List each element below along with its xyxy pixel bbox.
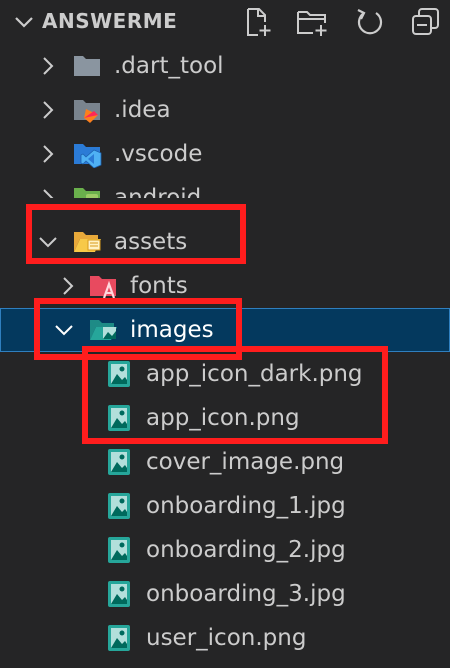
tree-item-onboarding-3[interactable]: onboarding_3.jpg xyxy=(0,572,450,616)
new-file-icon[interactable] xyxy=(242,6,274,38)
chevron-down-icon[interactable] xyxy=(36,230,60,254)
explorer-actions xyxy=(230,6,450,38)
chevron-right-icon[interactable] xyxy=(36,186,60,198)
tree-item-onboarding-2[interactable]: onboarding_2.jpg xyxy=(0,528,450,572)
tree-item-app-icon-dark[interactable]: app_icon_dark.png xyxy=(0,352,450,396)
tree-item-app-icon[interactable]: app_icon.png xyxy=(0,396,450,440)
new-folder-icon[interactable] xyxy=(296,6,328,38)
image-file-icon xyxy=(108,581,130,607)
tree-item-label: android xyxy=(114,185,202,198)
fonts-folder-icon xyxy=(90,276,116,299)
folder-icon xyxy=(74,56,100,76)
android-folder-icon xyxy=(74,188,100,198)
tree-item-label: app_icon_dark.png xyxy=(146,361,363,387)
image-file-icon xyxy=(108,449,130,475)
idea-folder-icon xyxy=(74,100,100,123)
tree-item-cover-image[interactable]: cover_image.png xyxy=(0,440,450,484)
tree-item-vscode[interactable]: .vscode xyxy=(0,132,450,176)
tree-item-label: assets xyxy=(114,229,188,255)
images-folder-icon xyxy=(90,320,117,340)
collapse-all-icon[interactable] xyxy=(410,6,442,38)
image-file-icon xyxy=(108,493,130,519)
tree-item-images[interactable]: images xyxy=(0,308,450,352)
chevron-right-icon[interactable] xyxy=(36,54,60,78)
explorer-header: ANSWERME xyxy=(0,0,450,44)
tree-item-label: fonts xyxy=(130,273,188,299)
image-file-icon xyxy=(108,537,130,563)
tree-item-android[interactable]: android xyxy=(0,176,450,198)
chevron-down-icon[interactable] xyxy=(52,318,76,342)
vscode-folder-icon xyxy=(74,144,102,168)
chevron-down-icon[interactable] xyxy=(12,10,36,34)
image-file-icon xyxy=(108,625,130,651)
tree-item-idea[interactable]: .idea xyxy=(0,88,450,132)
chevron-right-icon[interactable] xyxy=(36,98,60,122)
tree-item-onboarding-1[interactable]: onboarding_1.jpg xyxy=(0,484,450,528)
explorer-title: ANSWERME xyxy=(42,9,178,33)
chevron-right-icon[interactable] xyxy=(56,274,80,298)
tree-item-label: onboarding_3.jpg xyxy=(146,581,346,607)
chevron-right-icon[interactable] xyxy=(36,142,60,166)
tree-item-label: .vscode xyxy=(114,141,203,167)
tree-item-label: app_icon.png xyxy=(146,405,300,431)
open-folder-icon xyxy=(74,232,101,252)
tree-item-user-icon[interactable]: user_icon.png xyxy=(0,616,450,660)
tree-item-fonts[interactable]: fonts xyxy=(0,264,450,308)
image-file-icon xyxy=(108,361,130,387)
tree-item-label: onboarding_1.jpg xyxy=(146,493,346,519)
image-file-icon xyxy=(108,405,130,431)
refresh-icon[interactable] xyxy=(354,6,386,38)
tree-item-label: user_icon.png xyxy=(146,625,307,651)
tree-item-dart-tool[interactable]: .dart_tool xyxy=(0,44,450,88)
tree-item-label: cover_image.png xyxy=(146,449,345,475)
tree-item-label: images xyxy=(130,317,214,343)
tree-item-label: onboarding_2.jpg xyxy=(146,537,346,563)
tree-item-label: .dart_tool xyxy=(114,53,224,79)
tree-item-label: .idea xyxy=(114,97,171,123)
tree-item-assets[interactable]: assets xyxy=(0,220,450,264)
